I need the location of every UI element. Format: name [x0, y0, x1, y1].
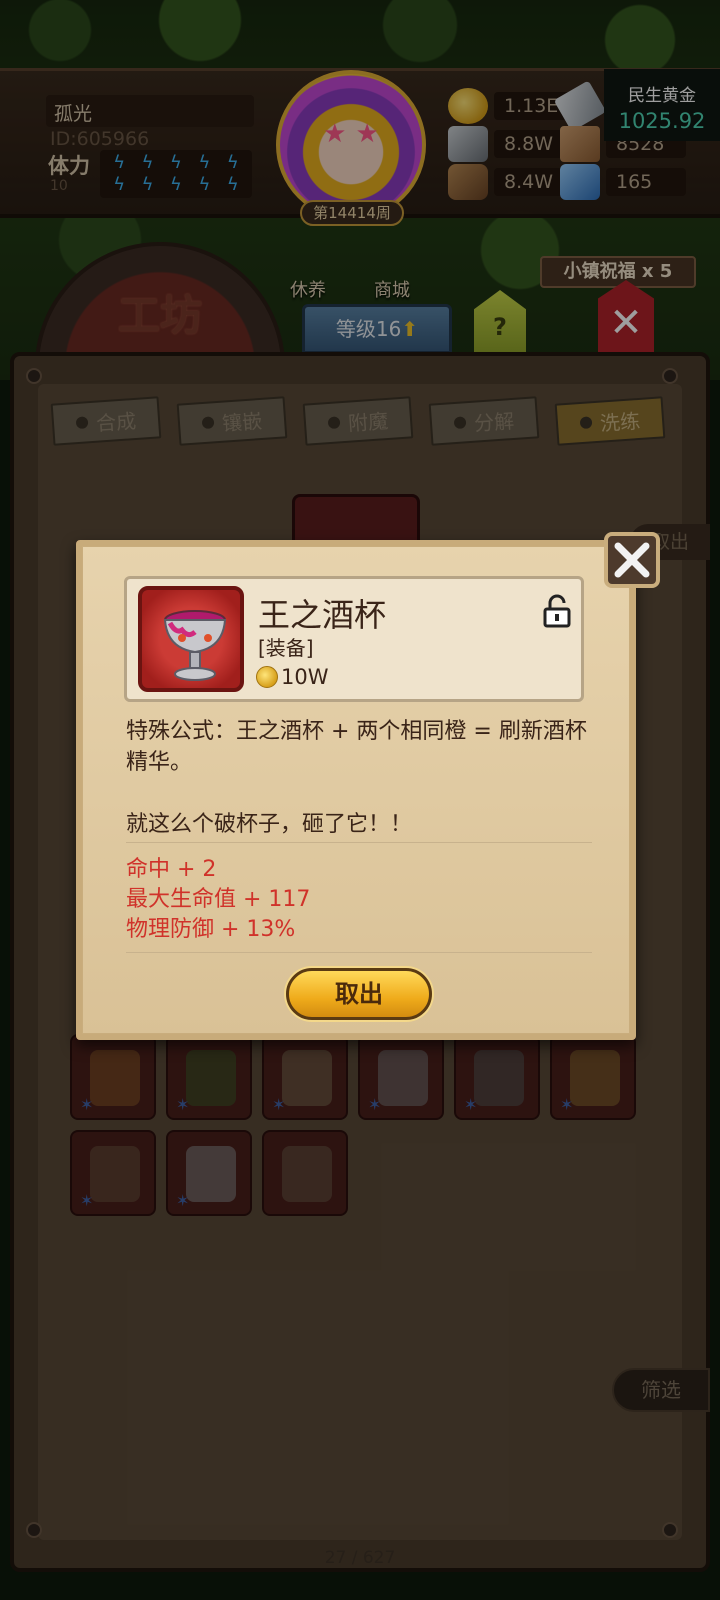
take-out-button[interactable]: 取出	[286, 968, 432, 1020]
unlock-icon[interactable]	[542, 594, 572, 628]
stat-line: 物理防御 + 13%	[126, 917, 296, 942]
close-modal-button[interactable]	[604, 532, 660, 588]
item-description: 特殊公式：王之酒杯 + 两个相同橙 = 刷新酒杯精华。	[126, 719, 587, 775]
item-type: [装备]	[258, 636, 314, 660]
item-price: 10W	[256, 664, 329, 690]
stat-line: 最大生命值 + 117	[126, 887, 311, 912]
gold-coin-icon	[256, 666, 278, 688]
item-icon-frame	[138, 586, 244, 692]
item-name: 王之酒杯	[258, 596, 387, 634]
goblet-icon	[163, 610, 227, 681]
item-flavor-text: 就这么个破杯子，砸了它！！	[126, 812, 413, 837]
divider	[126, 842, 592, 843]
close-icon	[614, 542, 650, 578]
item-stats: 命中 + 2 最大生命值 + 117 物理防御 + 13%	[126, 855, 310, 945]
stat-line: 命中 + 2	[126, 857, 217, 882]
item-price-value: 10W	[281, 665, 329, 689]
divider	[126, 952, 592, 953]
